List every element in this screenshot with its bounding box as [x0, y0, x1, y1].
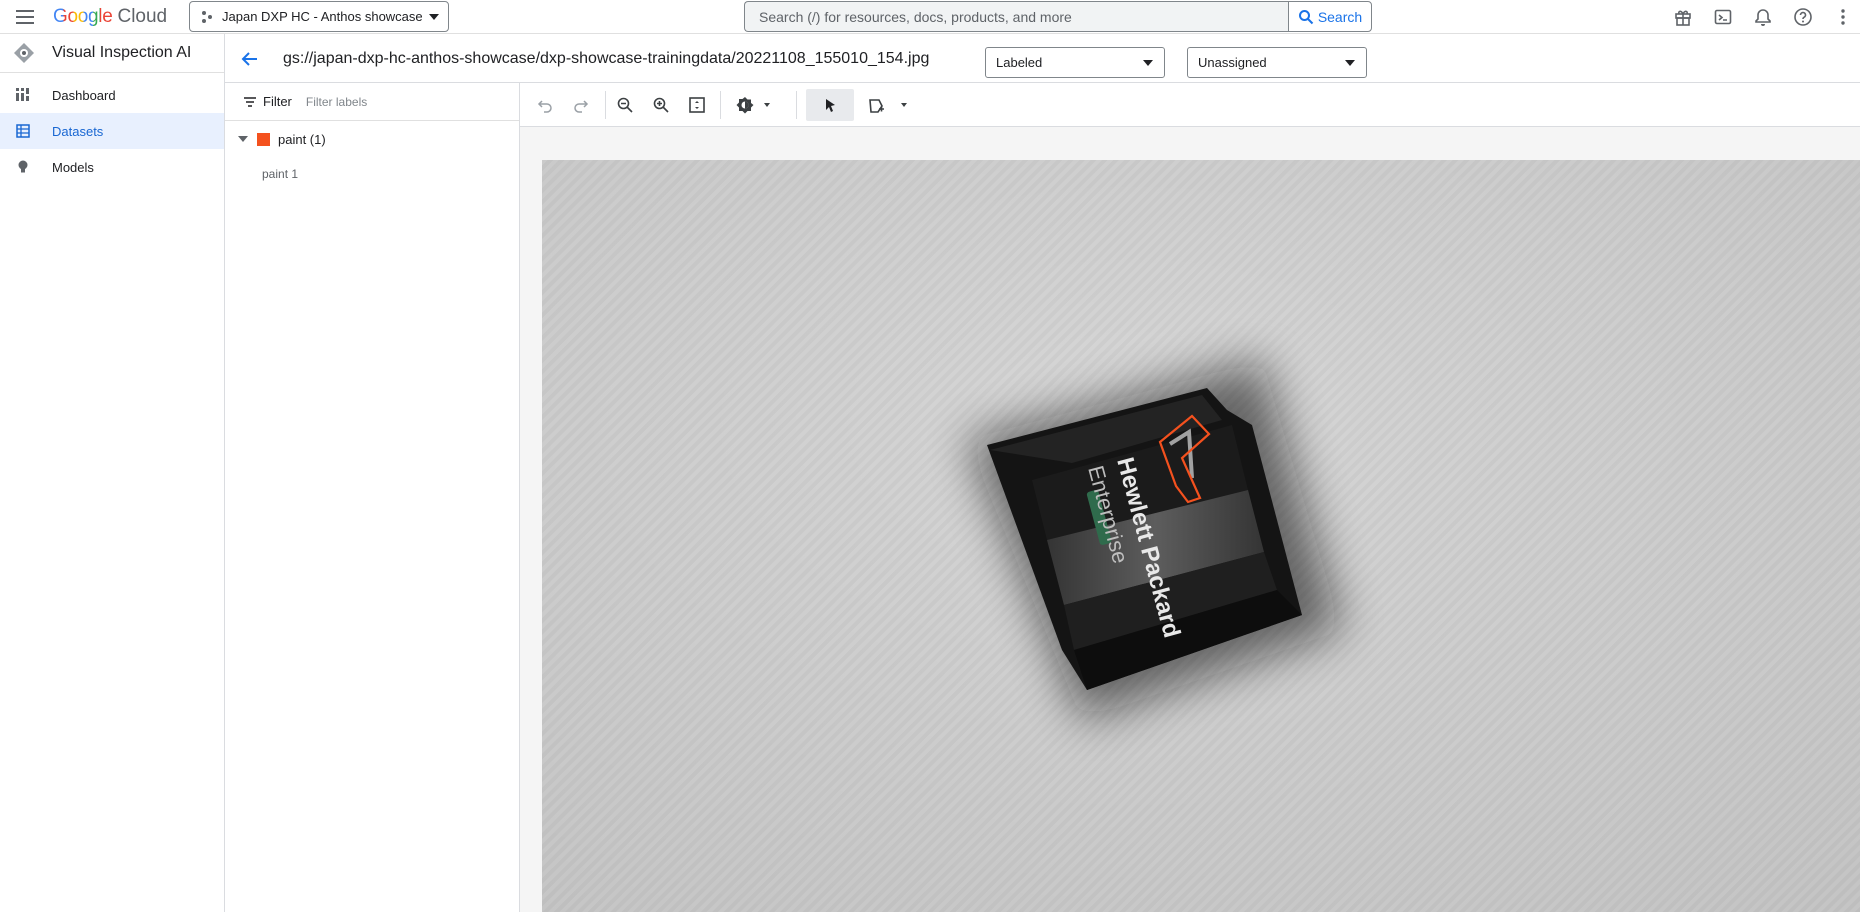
cloud-shell-icon[interactable]: [1710, 4, 1736, 30]
logo-cloud-text: Cloud: [117, 6, 168, 27]
annotation-canvas[interactable]: Hewlett Packard Enterprise: [520, 127, 1860, 912]
project-name: Japan DXP HC - Anthos showcase: [222, 9, 423, 24]
image-header: gs://japan-dxp-hc-anthos-showcase/dxp-sh…: [225, 34, 1860, 83]
brightness-icon[interactable]: [734, 92, 778, 118]
zoom-out-icon[interactable]: [612, 92, 638, 118]
chevron-down-icon: [1344, 57, 1356, 69]
label-instance-paint-1[interactable]: paint 1: [225, 157, 519, 191]
image-file-path: gs://japan-dxp-hc-anthos-showcase/dxp-sh…: [283, 50, 930, 67]
nav-label-datasets: Datasets: [52, 123, 104, 139]
inspection-image[interactable]: Hewlett Packard Enterprise: [542, 160, 1860, 912]
nav-label-dashboard: Dashboard: [52, 87, 116, 103]
logo-google-text: Google: [53, 6, 113, 27]
top-icons: [1656, 4, 1860, 30]
more-vert-icon[interactable]: [1830, 4, 1856, 30]
polygon-tool-icon[interactable]: [866, 92, 914, 118]
search-icon: [1298, 9, 1318, 25]
filter-label: Filter: [263, 94, 292, 109]
product-header: Visual Inspection AI: [0, 34, 224, 73]
gift-icon[interactable]: [1670, 4, 1696, 30]
redo-icon[interactable]: [568, 92, 594, 118]
nav-list: Dashboard Datasets Models: [0, 73, 224, 185]
label-group-name: paint (1): [278, 131, 326, 147]
nav-item-dashboard[interactable]: Dashboard: [0, 77, 224, 113]
datasets-icon: [16, 124, 30, 138]
search-button[interactable]: Search: [1288, 1, 1372, 32]
toolbar-divider: [605, 91, 606, 119]
search-box: [744, 1, 1288, 32]
filter-icon[interactable]: [243, 96, 257, 108]
left-nav: Visual Inspection AI Dashboard Datasets …: [0, 34, 225, 912]
project-picker[interactable]: Japan DXP HC - Anthos showcase: [189, 1, 449, 32]
help-icon[interactable]: [1790, 4, 1816, 30]
filter-labels-input[interactable]: [303, 93, 488, 110]
filter-row: Filter: [225, 83, 519, 121]
chevron-down-icon: [1142, 57, 1154, 69]
toolbar-divider: [720, 91, 721, 119]
labels-panel: Filter paint (1) paint 1: [225, 83, 520, 912]
project-icon: [200, 10, 214, 24]
dashboard-icon: [16, 88, 30, 102]
label-status-select[interactable]: Labeled: [985, 47, 1165, 78]
toolbar-divider: [796, 91, 797, 119]
label-color-swatch: [257, 132, 270, 146]
annotation-toolbar: [520, 83, 1860, 127]
visual-inspection-icon: [12, 41, 36, 65]
nav-item-datasets[interactable]: Datasets: [0, 113, 224, 149]
search-input[interactable]: [757, 7, 1276, 26]
nav-label-models: Models: [52, 159, 94, 175]
search-button-label: Search: [1317, 8, 1363, 25]
undo-icon[interactable]: [532, 92, 558, 118]
label-group-paint[interactable]: paint (1): [225, 121, 519, 157]
lightbulb-icon: [16, 160, 30, 174]
label-status-value: Labeled: [996, 55, 1043, 70]
assignment-select[interactable]: Unassigned: [1187, 47, 1367, 78]
zoom-in-icon[interactable]: [648, 92, 674, 118]
product-title: Visual Inspection AI: [52, 44, 192, 61]
select-pointer-icon[interactable]: [806, 89, 854, 121]
notifications-icon[interactable]: [1750, 4, 1776, 30]
nav-item-models[interactable]: Models: [0, 149, 224, 185]
top-bar: Google Cloud Japan DXP HC - Anthos showc…: [0, 0, 1860, 34]
fit-screen-icon[interactable]: [684, 92, 710, 118]
google-cloud-logo[interactable]: Google Cloud: [53, 6, 167, 28]
chevron-down-icon: [428, 11, 440, 23]
back-arrow-icon[interactable]: [239, 48, 261, 70]
expand-arrow-icon[interactable]: [238, 134, 248, 144]
assignment-value: Unassigned: [1198, 55, 1267, 70]
main-menu-icon[interactable]: [13, 5, 37, 29]
